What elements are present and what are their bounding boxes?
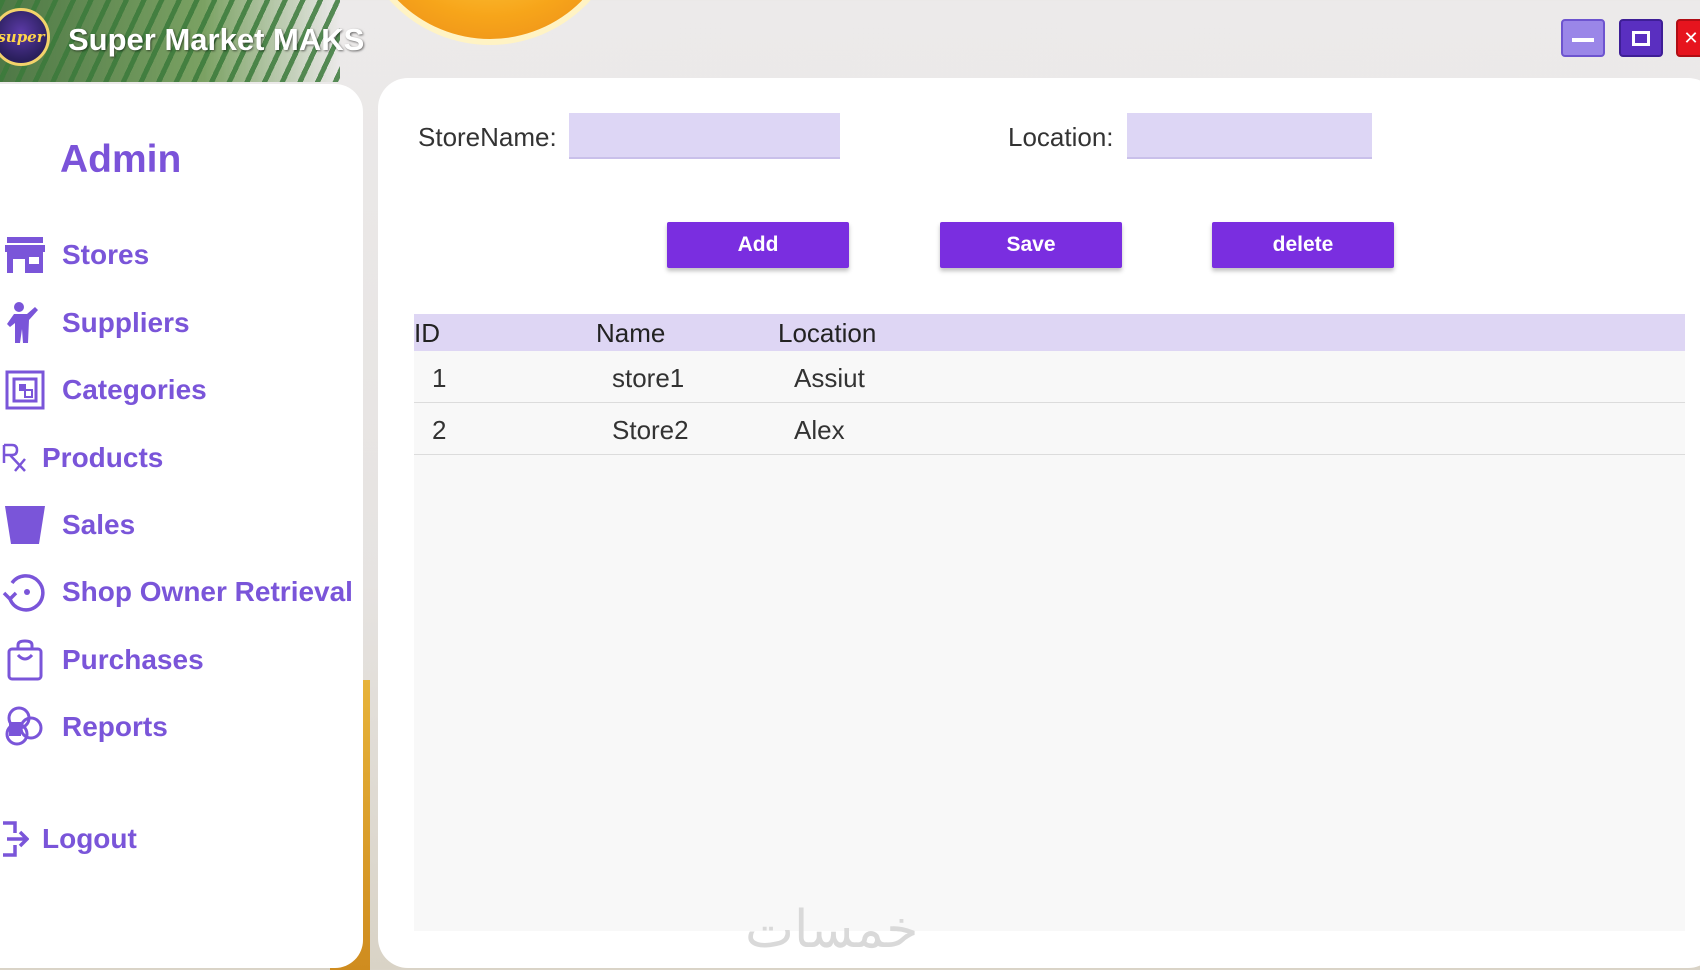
cell-location: Alex [794, 415, 845, 445]
sidebar-item-suppliers[interactable]: Suppliers [0, 300, 190, 346]
bag-icon [0, 637, 50, 683]
app-title: Super Market MAKS [68, 22, 365, 57]
categories-icon [0, 367, 50, 413]
logout-button[interactable]: Logout [0, 816, 137, 862]
table-row[interactable]: 2 Store2 Alex [414, 403, 1685, 455]
title-bar: super Super Market MAKS ✕ [0, 0, 1700, 82]
sidebar-item-purchases[interactable]: Purchases [0, 637, 204, 683]
app-logo: super [0, 8, 50, 66]
store-icon [0, 232, 50, 278]
sidebar-item-shop-owner-retrieval[interactable]: Shop Owner Retrieval [0, 569, 353, 615]
add-button[interactable]: Add [667, 222, 849, 268]
sidebar-item-categories[interactable]: Categories [0, 367, 207, 413]
stores-table[interactable]: ID Name Location 1 store1 Assiut 2 Store… [414, 314, 1685, 931]
location-input[interactable] [1127, 113, 1372, 159]
table-header: ID Name Location [414, 314, 1685, 351]
minimize-button[interactable] [1561, 19, 1605, 57]
sidebar-item-label: Reports [62, 711, 168, 742]
column-header-name[interactable]: Name [596, 318, 665, 349]
column-header-id[interactable]: ID [414, 318, 440, 349]
column-header-location[interactable]: Location [778, 318, 876, 349]
rx-icon [0, 435, 30, 481]
sidebar-item-reports[interactable]: Reports [0, 704, 168, 750]
maximize-button[interactable] [1619, 19, 1663, 57]
minimize-icon [1572, 38, 1594, 42]
sidebar-item-label: Categories [62, 374, 207, 405]
sidebar-item-label: Products [42, 442, 164, 473]
cell-location: Assiut [794, 363, 865, 393]
sidebar-item-label: Sales [62, 509, 136, 540]
sidebar-item-label: Purchases [62, 644, 204, 675]
cell-id: 2 [432, 415, 447, 445]
role-title: Admin [60, 138, 182, 181]
sidebar-item-stores[interactable]: Stores [0, 232, 149, 278]
table-row[interactable]: 1 store1 Assiut [414, 351, 1685, 403]
cell-name: Store2 [612, 415, 689, 445]
logout-icon [0, 816, 30, 862]
sidebar-item-label: Stores [62, 239, 150, 270]
save-button[interactable]: Save [940, 222, 1122, 268]
sidebar-item-sales[interactable]: Sales [0, 502, 135, 548]
person-icon [0, 300, 50, 346]
sidebar-item-label: Shop Owner Retrieval [62, 576, 353, 607]
sidebar-item-products[interactable]: Products [0, 435, 163, 481]
store-name-label: StoreName: [418, 122, 557, 152]
reports-icon [0, 704, 50, 750]
cup-icon [0, 502, 50, 548]
sidebar-item-label: Suppliers [62, 307, 190, 338]
close-icon: ✕ [1683, 27, 1699, 48]
close-button[interactable]: ✕ [1676, 19, 1700, 57]
logout-label: Logout [42, 823, 137, 854]
cell-id: 1 [432, 363, 447, 393]
store-name-input[interactable] [569, 113, 840, 159]
delete-button[interactable]: delete [1212, 222, 1394, 268]
watermark: خمسات [745, 900, 919, 960]
retrieval-icon [0, 569, 50, 615]
maximize-icon [1632, 30, 1650, 46]
location-label: Location: [1008, 122, 1114, 152]
app-logo-text: super [0, 28, 45, 46]
cell-name: store1 [612, 363, 685, 393]
